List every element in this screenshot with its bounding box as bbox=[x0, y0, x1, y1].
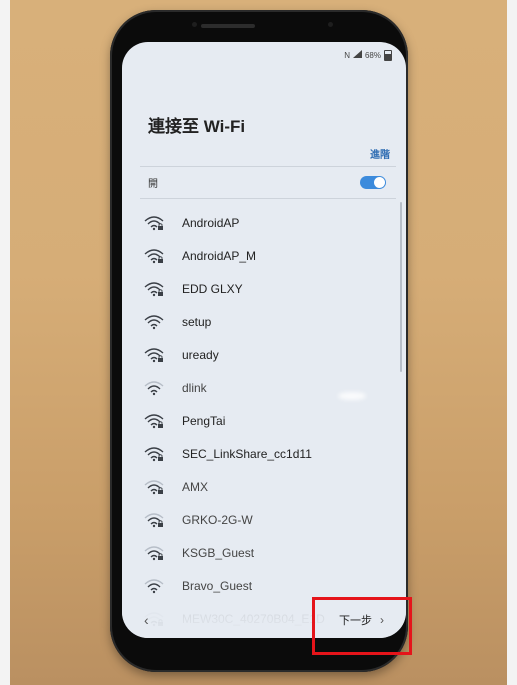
wifi-network-name: EDD GLXY bbox=[182, 281, 243, 296]
wifi-icon bbox=[144, 380, 164, 396]
wifi-icon bbox=[144, 578, 164, 594]
wifi-locked-icon bbox=[144, 215, 164, 231]
earpiece-speaker bbox=[201, 24, 255, 28]
wifi-network-name: dlink bbox=[182, 380, 207, 395]
wifi-network-name: AndroidAP_M bbox=[182, 248, 257, 263]
front-sensor bbox=[192, 22, 197, 27]
wifi-network-name: KSGB_Guest bbox=[182, 545, 255, 560]
wifi-locked-icon bbox=[144, 347, 164, 363]
nfc-icon: N bbox=[344, 50, 350, 60]
wifi-network-name: Bravo_Guest bbox=[182, 578, 253, 593]
status-bar: N 68% bbox=[344, 48, 392, 62]
wifi-locked-icon bbox=[144, 248, 164, 264]
wifi-network-item[interactable]: AndroidAP bbox=[144, 206, 392, 239]
wifi-network-item[interactable]: setup bbox=[144, 305, 392, 338]
scrollbar[interactable] bbox=[400, 202, 402, 372]
wifi-toggle-label: 開 bbox=[148, 178, 158, 190]
signal-icon bbox=[352, 50, 362, 60]
wifi-network-item[interactable]: SEC_LinkShare_cc1d11 bbox=[144, 437, 392, 470]
wifi-network-name: PengTai bbox=[182, 413, 226, 428]
wifi-network-name: AMX bbox=[182, 479, 209, 494]
wifi-locked-icon bbox=[144, 446, 164, 462]
highlight-box bbox=[312, 597, 412, 655]
wifi-icon bbox=[144, 314, 164, 330]
phone-screen: N 68% 連接至 Wi-Fi 進階 開 AndroidAP AndroidAP_… bbox=[122, 42, 406, 638]
wifi-locked-icon bbox=[144, 413, 164, 429]
battery-percent: 68% bbox=[364, 50, 381, 60]
wifi-locked-icon bbox=[144, 512, 164, 528]
wifi-network-item[interactable]: uready bbox=[144, 338, 392, 371]
wifi-network-name: setup bbox=[182, 314, 212, 329]
toggle-knob bbox=[374, 176, 385, 188]
wifi-locked-icon bbox=[144, 545, 164, 561]
wifi-network-name: GRKO-2G-W bbox=[182, 512, 253, 527]
back-button[interactable]: ‹ bbox=[144, 612, 149, 628]
wifi-toggle-switch[interactable] bbox=[360, 175, 386, 189]
wifi-network-name: uready bbox=[182, 347, 219, 362]
front-camera bbox=[328, 22, 333, 27]
advanced-button[interactable]: 進階 bbox=[370, 146, 390, 161]
wifi-network-item[interactable]: AMX bbox=[144, 470, 392, 503]
page-title: 連接至 Wi-Fi bbox=[148, 117, 246, 136]
battery-icon bbox=[384, 49, 392, 61]
divider bbox=[140, 198, 396, 199]
wifi-network-item[interactable]: EDD GLXY bbox=[144, 272, 392, 305]
divider bbox=[140, 166, 396, 167]
wifi-locked-icon bbox=[144, 281, 164, 297]
wifi-network-item[interactable]: KSGB_Guest bbox=[144, 536, 392, 569]
screen-glare bbox=[338, 392, 366, 400]
wifi-network-item[interactable]: GRKO-2G-W bbox=[144, 503, 392, 536]
wifi-network-item[interactable]: AndroidAP_M bbox=[144, 239, 392, 272]
wifi-locked-icon bbox=[144, 479, 164, 495]
wifi-network-item[interactable]: PengTai bbox=[144, 404, 392, 437]
wifi-toggle-row[interactable]: 開 bbox=[140, 168, 396, 196]
wifi-network-list: AndroidAP AndroidAP_M EDD GLXY setup uready d… bbox=[144, 206, 392, 635]
wifi-network-name: AndroidAP bbox=[182, 215, 240, 230]
wifi-network-name: SEC_LinkShare_cc1d11 bbox=[182, 446, 312, 461]
